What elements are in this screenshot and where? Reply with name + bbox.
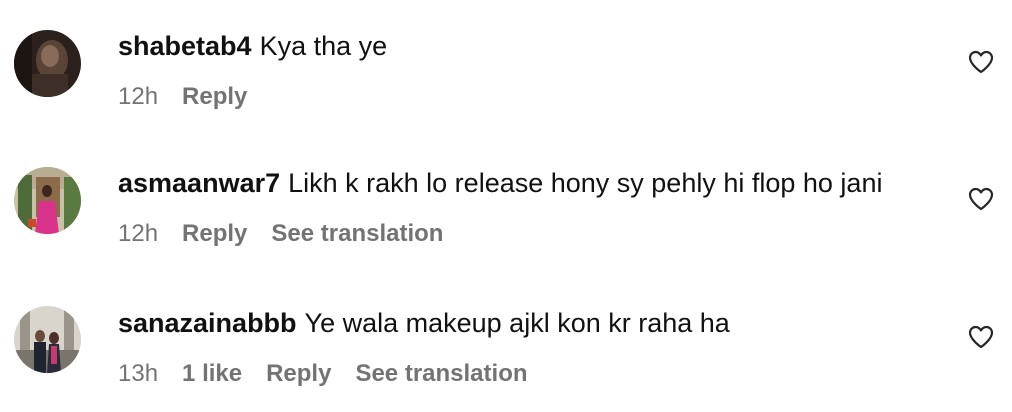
comment-username[interactable]: asmaanwar7	[118, 168, 280, 198]
user-avatar-dark-icon	[14, 30, 81, 97]
see-translation-button[interactable]: See translation	[271, 220, 443, 247]
heart-outline-icon	[968, 187, 994, 211]
reply-button[interactable]: Reply	[182, 220, 247, 247]
comment-text: Kya tha ye	[259, 31, 388, 61]
comment-list: shabetab4 Kya tha ye 12h Reply asmaanwar…	[0, 0, 1012, 412]
comment-item: shabetab4 Kya tha ye 12h Reply	[0, 28, 1012, 128]
comment-line: asmaanwar7 Likh k rakh lo release hony sy…	[118, 167, 932, 199]
like-button[interactable]	[968, 325, 994, 349]
avatar[interactable]	[14, 30, 81, 97]
user-avatar-couple-icon	[14, 306, 81, 373]
avatar[interactable]	[14, 306, 81, 373]
comment-username[interactable]: sanazainabbb	[118, 308, 297, 338]
comment-meta: 13h 1 like Reply See translation	[118, 359, 932, 389]
comment-time: 12h	[118, 83, 159, 110]
comment-meta: 12h Reply	[118, 82, 932, 112]
comment-body: sanazainabbb Ye wala makeup ajkl kon kr r…	[118, 307, 932, 389]
comment-line: shabetab4 Kya tha ye	[118, 30, 932, 62]
comment-time: 13h	[118, 360, 159, 387]
reply-button[interactable]: Reply	[182, 83, 247, 110]
likes-count[interactable]: 1 like	[182, 360, 242, 387]
comment-time: 12h	[118, 220, 159, 247]
comment-text: Ye wala makeup ajkl kon kr raha ha	[304, 308, 730, 338]
comment-text: Likh k rakh lo release hony sy pehly hi …	[288, 168, 883, 198]
user-avatar-garden-icon	[14, 167, 81, 234]
reply-button[interactable]: Reply	[266, 360, 331, 387]
comment-item: asmaanwar7 Likh k rakh lo release hony sy…	[0, 166, 1012, 266]
heart-outline-icon	[968, 325, 994, 349]
like-button[interactable]	[968, 187, 994, 211]
comment-body: shabetab4 Kya tha ye 12h Reply	[118, 30, 932, 112]
comment-item: sanazainabbb Ye wala makeup ajkl kon kr r…	[0, 305, 1012, 405]
comment-meta: 12h Reply See translation	[118, 219, 932, 249]
comment-body: asmaanwar7 Likh k rakh lo release hony sy…	[118, 167, 932, 249]
see-translation-button[interactable]: See translation	[355, 360, 527, 387]
heart-outline-icon	[968, 50, 994, 74]
avatar[interactable]	[14, 167, 81, 234]
comment-line: sanazainabbb Ye wala makeup ajkl kon kr r…	[118, 307, 932, 339]
like-button[interactable]	[968, 50, 994, 74]
comment-username[interactable]: shabetab4	[118, 31, 252, 61]
